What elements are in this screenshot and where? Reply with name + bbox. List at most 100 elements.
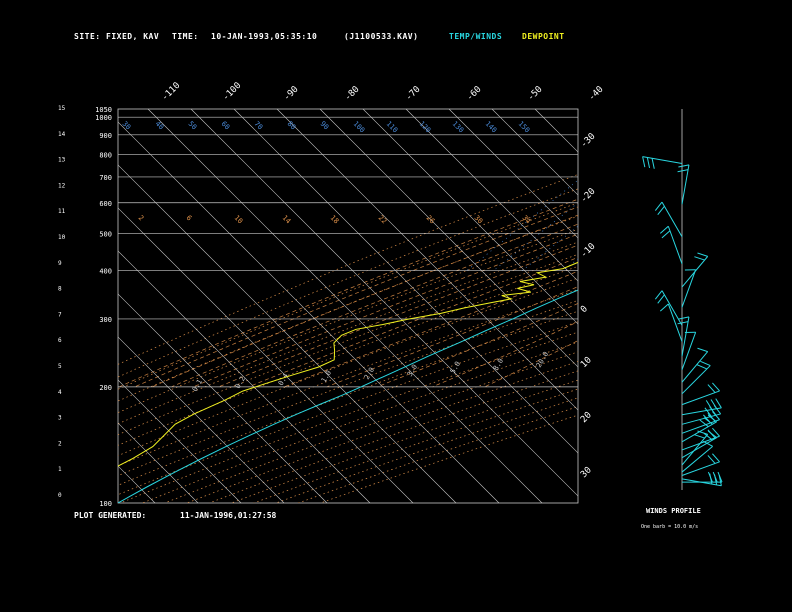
dry-adiabat	[118, 277, 578, 457]
dry-adiabat-label: 100	[352, 120, 367, 135]
height-km-label: 0	[58, 492, 62, 499]
wind-barb	[681, 365, 711, 395]
wind-barb-flag	[651, 158, 655, 169]
height-km-label: 12	[58, 182, 66, 189]
mixing-ratio-line	[521, 225, 578, 271]
isotherm	[118, 121, 500, 503]
isotherm	[118, 250, 371, 503]
wind-barb	[661, 290, 683, 326]
wind-barb-flag	[657, 294, 665, 304]
isotherm	[118, 293, 328, 503]
pressure-label: 400	[99, 268, 112, 276]
dry-adiabat-label: 60	[220, 120, 232, 132]
temp-axis-right-label: -30	[579, 132, 598, 151]
wind-barb-flag	[707, 455, 716, 464]
wind-barb-flag	[700, 360, 711, 367]
dry-adiabat-label: 120	[418, 120, 433, 135]
wind-barb-flag	[678, 164, 690, 168]
mixing-ratio-line	[596, 109, 792, 271]
height-km-label: 4	[58, 389, 62, 396]
dry-adiabat-label: 150	[517, 120, 532, 135]
wind-barb-flag	[715, 398, 722, 409]
wind-barb-flag	[659, 303, 669, 312]
wind-barb-flag	[646, 157, 651, 169]
winds-profile-label: WINDS PROFILE	[646, 507, 701, 515]
isotherm	[118, 422, 199, 503]
dry-adiabat	[118, 215, 578, 402]
height-km-label: 3	[58, 415, 62, 422]
dry-adiabat-label: 50	[187, 120, 199, 132]
mixing-ratio-label: 20.0	[535, 350, 550, 369]
wind-barb	[681, 332, 697, 370]
wind-barb-flag	[704, 407, 712, 417]
moist-adiabat	[193, 233, 578, 388]
isotherm	[319, 109, 578, 368]
dry-adiabat-label: 40	[154, 120, 166, 132]
moist-adiabat-label: 30	[473, 214, 485, 226]
temp-axis-right-label: -10	[579, 242, 598, 261]
pressure-label: 600	[99, 200, 112, 208]
mixing-ratio-line	[725, 109, 792, 271]
moist-adiabat-label: 2	[137, 214, 146, 223]
temp-axis-label: -60	[465, 85, 484, 104]
mixing-ratio-line	[670, 109, 792, 271]
wind-barb-flag	[707, 384, 716, 393]
temp-axis-label: -50	[526, 85, 545, 104]
dry-adiabat-label: 90	[319, 120, 331, 132]
plot-generated-value: 11-JAN-1996,01:27:58	[180, 511, 277, 520]
mixing-ratio-label: 5.0	[449, 360, 462, 375]
wind-barb-flag	[677, 321, 689, 325]
dry-adiabat-label: 130	[451, 120, 466, 135]
mixing-ratio-line	[644, 109, 792, 271]
isotherm	[448, 109, 578, 239]
height-km-label: 8	[58, 286, 62, 293]
dry-adiabat	[209, 370, 578, 503]
wind-barb-flag	[659, 225, 669, 234]
temp-axis-right-label: 20	[579, 410, 594, 425]
dry-adiabat	[118, 228, 578, 413]
temp-axis-right-label: -20	[579, 187, 598, 206]
pressure-label: 100	[99, 500, 112, 508]
dry-adiabat	[118, 310, 578, 486]
isotherm	[118, 164, 457, 503]
wind-barb	[667, 226, 683, 264]
dry-adiabat	[142, 341, 578, 503]
wind-barb-flag	[697, 347, 708, 353]
pressure-label: 300	[99, 316, 112, 324]
height-km-label: 10	[58, 234, 66, 241]
pressure-label: 900	[99, 132, 112, 140]
skewt-chart: 10501000900800700600500400300200100-110-…	[58, 81, 792, 508]
plot-generated-label: PLOT GENERATED:	[74, 511, 147, 520]
height-km-label: 2	[58, 440, 62, 447]
mixing-ratio-label: 0.2	[234, 375, 247, 390]
isotherm	[233, 109, 578, 454]
wind-barb-flag	[661, 230, 671, 239]
height-km-label: 1	[58, 466, 62, 473]
temp-axis-right-label: 0	[579, 304, 590, 315]
height-km-label: 14	[58, 131, 66, 138]
height-km-label: 9	[58, 260, 62, 267]
isotherm	[405, 109, 578, 282]
temp-axis-label: -40	[587, 85, 606, 104]
temp-axis-label: -70	[404, 85, 423, 104]
wind-barb-flag	[677, 169, 689, 173]
height-km-label: 5	[58, 363, 62, 370]
isotherm	[147, 109, 543, 503]
wind-barb-flag	[696, 364, 708, 370]
isotherm	[491, 109, 578, 196]
dry-adiabat	[118, 288, 578, 467]
barb-note: One barb = 10.0 m/s	[641, 524, 699, 530]
temp-axis-label: -100	[221, 81, 243, 103]
mixing-ratio-line	[617, 109, 792, 271]
pressure-label: 500	[99, 230, 112, 238]
pressure-label: 1000	[95, 114, 112, 122]
moist-adiabat-label: 10	[233, 214, 245, 226]
moist-adiabat	[283, 270, 578, 388]
moist-adiabat	[484, 340, 578, 388]
dry-adiabat	[298, 406, 578, 503]
dry-adiabat	[275, 397, 578, 503]
moist-adiabat-label: 6	[185, 214, 194, 223]
height-km-label: 15	[58, 105, 66, 112]
height-km-label: 13	[58, 157, 66, 164]
height-km-label: 11	[58, 208, 66, 215]
